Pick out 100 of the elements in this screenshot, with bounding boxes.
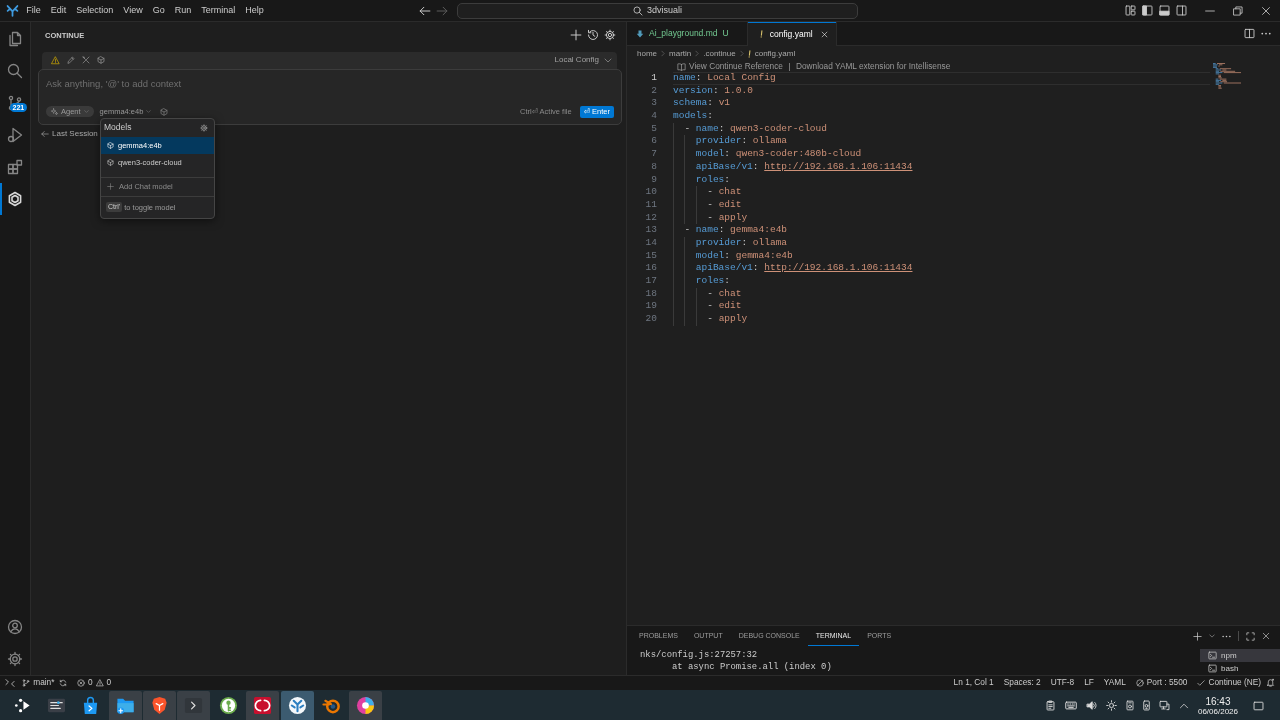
taskbar-button[interactable] xyxy=(246,691,280,720)
logo-icon[interactable] xyxy=(6,4,19,17)
settings-icon[interactable] xyxy=(200,123,208,132)
status-item[interactable]: UTF-8 xyxy=(1045,678,1080,688)
phone-icon[interactable] xyxy=(1142,700,1150,711)
taskbar-button[interactable] xyxy=(349,691,383,720)
warning-icon[interactable] xyxy=(95,679,104,687)
tools-icon[interactable] xyxy=(82,56,90,65)
more-icon[interactable] xyxy=(1261,32,1271,35)
search-icon[interactable] xyxy=(633,5,643,16)
status-item[interactable]: Spaces: 2 xyxy=(998,678,1046,688)
panel-bottom-icon[interactable] xyxy=(1159,5,1170,16)
restore-icon[interactable] xyxy=(1233,5,1243,16)
folder-icon[interactable] xyxy=(115,696,135,715)
chevron-up-icon[interactable] xyxy=(1178,702,1189,709)
error-icon[interactable] xyxy=(76,679,85,687)
brightness-icon[interactable] xyxy=(1105,700,1117,711)
sync-icon[interactable] xyxy=(59,679,68,687)
terminal-icon[interactable] xyxy=(1208,664,1217,673)
emblem-icon[interactable] xyxy=(287,696,307,715)
desktop-icon[interactable] xyxy=(1253,700,1264,711)
plus-icon[interactable] xyxy=(570,29,582,41)
menu-item[interactable]: Edit xyxy=(45,4,72,17)
pencil-icon[interactable] xyxy=(67,56,75,65)
plus-icon[interactable] xyxy=(1193,631,1202,641)
cube-icon[interactable] xyxy=(107,158,114,166)
clock[interactable]: 16:43 06/06/2026 xyxy=(1197,695,1238,716)
status-item[interactable]: Port : 5500 xyxy=(1130,678,1193,688)
search-icon[interactable] xyxy=(7,63,23,79)
arrow-left-icon[interactable] xyxy=(419,4,431,17)
taskbar-button[interactable] xyxy=(280,691,314,720)
dots-icon[interactable] xyxy=(12,696,32,715)
breadcrumb-item[interactable]: .continue xyxy=(703,48,736,59)
codelens-link[interactable]: View Continue Reference xyxy=(689,61,783,72)
back-link[interactable]: Last Session xyxy=(41,127,98,140)
exclamation-icon[interactable] xyxy=(747,49,751,58)
close-icon[interactable] xyxy=(1261,5,1271,16)
command-center[interactable]: 3dvisuali xyxy=(457,2,858,19)
cube-icon[interactable] xyxy=(97,56,105,65)
cube-icon[interactable] xyxy=(160,107,169,116)
status-item[interactable]: LF xyxy=(1079,678,1099,688)
menu-item[interactable]: Go xyxy=(147,4,170,17)
remote-icon[interactable] xyxy=(5,678,15,688)
problems-button[interactable]: 0 0 xyxy=(71,678,117,688)
sliders-icon[interactable] xyxy=(46,696,66,715)
clipboard-icon[interactable] xyxy=(1044,700,1056,711)
terminal-item[interactable]: npm xyxy=(1200,649,1280,662)
breadcrumb-item[interactable]: home xyxy=(637,48,657,59)
branch-icon[interactable] xyxy=(22,679,31,687)
network-icon[interactable] xyxy=(1158,700,1170,711)
arcs-icon[interactable] xyxy=(253,696,273,715)
taskbar-button[interactable] xyxy=(108,691,142,720)
sidebar-right-icon[interactable] xyxy=(1176,5,1187,16)
color-wheel-icon[interactable] xyxy=(356,696,376,715)
config-dropdown[interactable]: Local Config xyxy=(554,55,612,66)
menu-item[interactable]: Terminal xyxy=(196,4,241,17)
drive-icon[interactable] xyxy=(1125,700,1134,711)
volume-icon[interactable] xyxy=(1085,700,1097,711)
terminal-icon[interactable] xyxy=(1208,651,1217,660)
status-item[interactable]: Continue (NE) xyxy=(1192,678,1266,688)
chat-input[interactable]: Ask anything, '@' to add context xyxy=(46,75,614,91)
breadcrumb-item[interactable]: config.yaml xyxy=(747,48,796,59)
history-icon[interactable] xyxy=(587,29,599,41)
account-icon[interactable] xyxy=(7,619,23,635)
split-editor-icon[interactable] xyxy=(1244,28,1255,39)
menu-item[interactable]: Selection xyxy=(71,4,119,17)
sparkle-icon[interactable] xyxy=(51,108,58,115)
codelens-link[interactable]: Download YAML extension for Intellisense xyxy=(795,61,951,72)
menu-item[interactable]: Run xyxy=(169,4,197,17)
branch-button[interactable]: main* xyxy=(17,678,60,688)
hexagon-icon[interactable] xyxy=(7,191,23,207)
minimize-icon[interactable] xyxy=(1205,9,1215,12)
status-item[interactable]: Ln 1, Col 1 xyxy=(948,678,999,688)
menu-item[interactable]: View xyxy=(118,4,148,17)
menu-item[interactable]: Help xyxy=(240,4,269,17)
editor-tab[interactable]: config.yaml xyxy=(747,22,837,46)
files-icon[interactable] xyxy=(7,31,23,47)
bell-icon[interactable] xyxy=(1266,678,1275,688)
circle-slash-icon[interactable] xyxy=(1135,679,1144,687)
warning-icon[interactable] xyxy=(51,55,60,65)
taskbar-button[interactable] xyxy=(143,691,177,720)
keyboard-icon[interactable] xyxy=(1064,701,1077,710)
blocks-icon[interactable] xyxy=(7,159,23,175)
layout-icon[interactable] xyxy=(1125,5,1136,16)
terminal-icon[interactable] xyxy=(184,696,204,715)
menu-item[interactable]: File xyxy=(21,4,46,17)
status-item[interactable]: YAML xyxy=(1098,678,1131,688)
check-icon[interactable] xyxy=(1197,680,1206,686)
play-icon[interactable] xyxy=(7,127,23,143)
exclamation-icon[interactable] xyxy=(759,30,763,38)
breadcrumb-item[interactable]: martin xyxy=(669,48,692,59)
more-icon[interactable] xyxy=(1222,634,1231,638)
arrow-down-icon[interactable] xyxy=(636,29,644,38)
terminal-item[interactable]: bash xyxy=(1200,662,1280,675)
settings-icon[interactable] xyxy=(7,651,23,667)
chevron-down-icon[interactable] xyxy=(604,57,612,63)
shield-icon[interactable] xyxy=(150,696,170,715)
maximize-icon[interactable] xyxy=(1246,631,1255,641)
chevron-down-icon[interactable] xyxy=(1209,634,1215,638)
key-icon[interactable] xyxy=(218,696,238,715)
